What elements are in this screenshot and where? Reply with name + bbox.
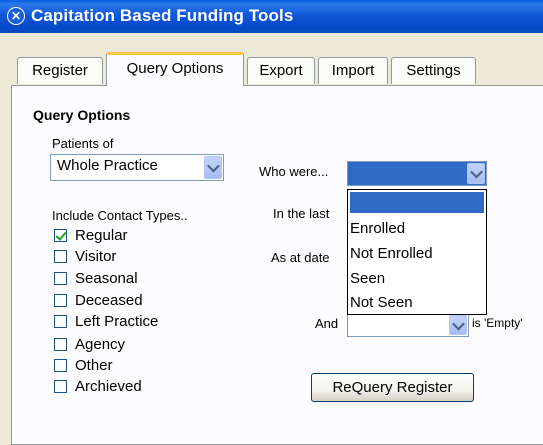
window-left-border bbox=[0, 33, 11, 434]
in-the-last-label: In the last bbox=[273, 206, 330, 221]
chevron-down-icon[interactable] bbox=[449, 315, 467, 335]
tab-settings[interactable]: Settings bbox=[391, 57, 476, 84]
as-at-date-label: As at date bbox=[271, 250, 330, 265]
app-logo-icon[interactable]: ✕ bbox=[7, 7, 25, 25]
left-practice-label: Left Practice bbox=[75, 313, 159, 330]
patients-of-value: Whole Practice bbox=[57, 157, 158, 174]
agency-label: Agency bbox=[75, 336, 126, 353]
patients-of-label: Patients of bbox=[52, 136, 114, 151]
tab-register[interactable]: Register bbox=[17, 57, 103, 84]
dropdown-option-seen[interactable]: Seen bbox=[350, 268, 484, 289]
title-bar[interactable]: ✕ Capitation Based Funding Tools bbox=[0, 0, 543, 33]
tab-export[interactable]: Export bbox=[247, 57, 315, 84]
regular-label: Regular bbox=[75, 227, 128, 244]
dropdown-option-blank[interactable] bbox=[350, 192, 484, 213]
section-title: Query Options bbox=[33, 107, 131, 123]
dropdown-option-not-enrolled[interactable]: Not Enrolled bbox=[350, 243, 484, 264]
who-were-select[interactable] bbox=[347, 161, 487, 186]
other-label: Other bbox=[75, 357, 113, 374]
agency-checkbox[interactable] bbox=[54, 338, 67, 351]
is-empty-label: is 'Empty' bbox=[472, 316, 523, 330]
deceased-checkbox[interactable] bbox=[54, 294, 67, 307]
include-contact-types-label: Include Contact Types.. bbox=[52, 208, 188, 223]
dropdown-option-not-seen[interactable]: Not Seen bbox=[350, 292, 484, 313]
other-checkbox[interactable] bbox=[54, 359, 67, 372]
archieved-label: Archieved bbox=[75, 378, 142, 395]
patients-of-select[interactable]: Whole Practice bbox=[50, 154, 224, 181]
visitor-label: Visitor bbox=[75, 248, 117, 265]
requery-register-button[interactable]: ReQuery Register bbox=[311, 373, 474, 402]
regular-checkbox[interactable] bbox=[54, 229, 67, 242]
seasonal-checkbox[interactable] bbox=[54, 272, 67, 285]
tab-query-options[interactable]: Query Options bbox=[106, 52, 244, 86]
and-select[interactable] bbox=[347, 313, 469, 337]
left-practice-checkbox[interactable] bbox=[54, 315, 67, 328]
who-were-label: Who were... bbox=[259, 164, 329, 179]
chevron-down-icon[interactable] bbox=[467, 163, 485, 184]
visitor-checkbox[interactable] bbox=[54, 250, 67, 263]
who-were-dropdown-list[interactable]: Enrolled Not Enrolled Seen Not Seen bbox=[347, 189, 487, 315]
deceased-label: Deceased bbox=[75, 292, 143, 309]
dropdown-option-enrolled[interactable]: Enrolled bbox=[350, 218, 484, 239]
window-title: Capitation Based Funding Tools bbox=[31, 6, 294, 25]
and-label: And bbox=[315, 316, 339, 331]
chevron-down-icon[interactable] bbox=[204, 156, 222, 179]
checkmark-icon bbox=[55, 229, 67, 241]
archieved-checkbox[interactable] bbox=[54, 380, 67, 393]
seasonal-label: Seasonal bbox=[75, 270, 138, 287]
tab-import[interactable]: Import bbox=[318, 57, 388, 84]
